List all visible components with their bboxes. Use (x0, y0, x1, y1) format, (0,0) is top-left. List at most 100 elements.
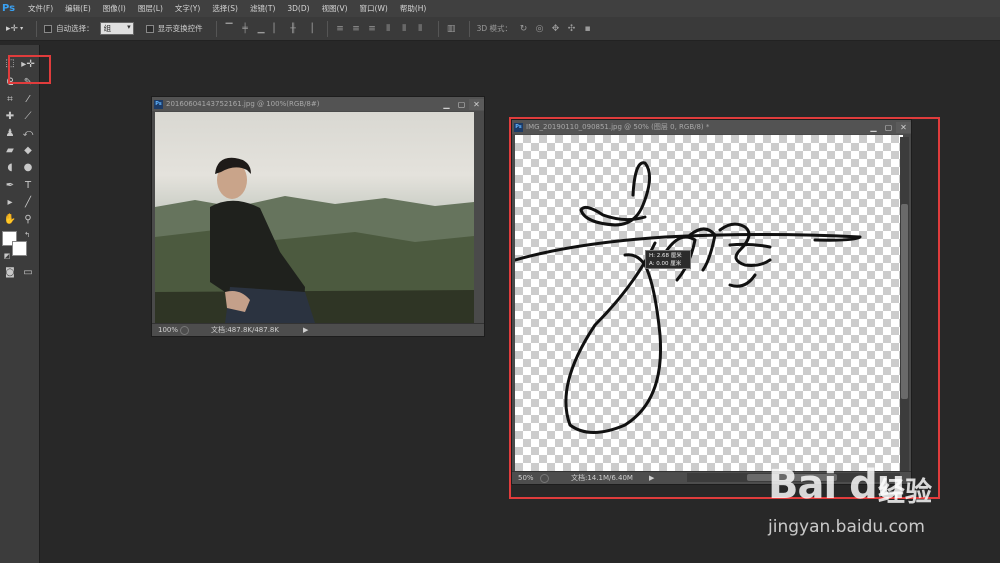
ps-logo: Ps (2, 3, 16, 14)
tools-panel: ⬚ ▸✛ ᘓ ✎ ⌗ ⁄ ✚ ⟋ ♟ ⤺ ▰ ◆ ◖ ● ✒ T ▸ ╱ ✋ ⚲… (0, 45, 40, 563)
eyedropper-tool-icon[interactable]: ⁄ (21, 92, 35, 106)
auto-select-option[interactable]: 自动选择： (44, 23, 94, 34)
swap-colors-icon[interactable]: ↰ (20, 228, 34, 242)
minimize-button[interactable]: ▁ (439, 99, 454, 110)
align-right-icon[interactable]: ▕ (304, 23, 315, 34)
minimize-button[interactable]: ▁ (866, 122, 881, 133)
hand-tool-icon[interactable]: ✋ (3, 212, 17, 226)
tooltip-angle: A: 0.00 厘米 (649, 261, 682, 267)
signature-zoom-level[interactable]: 50% (512, 474, 540, 482)
pen-tool-icon[interactable]: ✒ (3, 178, 17, 192)
photo-doc-info: 文档:487.8K/487.8K (211, 326, 279, 334)
menu-bar: Ps 文件(F) 编辑(E) 图像(I) 图层(L) 文字(Y) 选择(S) 滤… (0, 0, 1000, 17)
menu-file[interactable]: 文件(F) (22, 3, 59, 14)
roll-3d-icon[interactable]: ◎ (534, 23, 545, 34)
menu-window[interactable]: 窗口(W) (354, 3, 394, 14)
line-tool-icon[interactable]: ╱ (21, 195, 35, 209)
status-menu-arrow-icon[interactable]: ▶ (649, 474, 654, 482)
align-top-icon[interactable]: ▔ (224, 23, 235, 34)
dodge-tool-icon[interactable]: ● (21, 160, 35, 174)
maximize-button[interactable]: ▢ (454, 99, 469, 110)
signature-window-titlebar[interactable]: Ps IMG_20190110_090851.jpg @ 50% (图层 0, … (512, 120, 911, 134)
signature-strokes (515, 161, 862, 434)
drag-3d-icon[interactable]: ✥ (550, 23, 561, 34)
align-hcenter-icon[interactable]: ╫ (288, 23, 299, 34)
auto-align-icon[interactable]: ▥ (446, 23, 457, 34)
signature-doc-info: 文档:14.1M/6.40M (571, 474, 633, 482)
path-select-tool-icon[interactable]: ▸ (3, 195, 17, 209)
blur-tool-icon[interactable]: ◖ (3, 160, 17, 174)
stamp-tool-icon[interactable]: ♟ (3, 126, 17, 140)
auto-select-label: 自动选择： (56, 24, 94, 33)
move-tool-highlight (8, 55, 51, 84)
tool-preset-picker[interactable]: ▸✛ ▾ (6, 24, 23, 34)
brush-tool-icon[interactable]: ⟋ (21, 109, 35, 123)
menu-edit[interactable]: 编辑(E) (59, 3, 97, 14)
transform-tooltip: H: 2.68 厘米 A: 0.00 厘米 (645, 250, 691, 269)
auto-select-dropdown[interactable]: 组 (99, 22, 134, 35)
ps-document-icon: Ps (154, 99, 163, 109)
watermark-brand: 经验 (878, 477, 932, 508)
ps-document-icon: Ps (514, 122, 523, 132)
vertical-scroll-thumb[interactable] (901, 204, 908, 399)
background-color-swatch[interactable] (12, 241, 27, 256)
photo-document-window[interactable]: Ps 20160604143752161.jpg @ 100%(RGB/8#) … (151, 96, 485, 337)
options-bar: ▸✛▾ 自动选择： 组 显示变换控件 ▔ ╪ ▁ ▏ ╫ ▕ ≡ ≡ ≡ ⦀ ⦀… (0, 17, 1000, 41)
watermark-url: jingyan.baidu.com (768, 517, 925, 537)
zoom-tool-icon[interactable]: ⚲ (21, 212, 35, 226)
signature-window-title: IMG_20190110_090851.jpg @ 50% (图层 0, RGB… (526, 123, 710, 131)
quick-mask-icon[interactable]: ◙ (3, 265, 17, 279)
mode-3d-label: 3D 模式： (476, 24, 513, 33)
history-brush-tool-icon[interactable]: ⤺ (21, 126, 35, 140)
transparent-canvas[interactable]: H: 2.68 厘米 A: 0.00 厘米 (515, 135, 903, 472)
menu-select[interactable]: 选择(S) (206, 3, 244, 14)
crop-tool-icon[interactable]: ⌗ (3, 92, 17, 106)
show-transform-option[interactable]: 显示变换控件 (145, 23, 203, 34)
show-transform-checkbox[interactable] (145, 24, 154, 33)
status-menu-arrow-icon[interactable]: ▶ (303, 326, 308, 334)
chevron-down-icon: ▾ (20, 25, 24, 32)
distribute-top-icon[interactable]: ≡ (335, 23, 346, 34)
menu-type[interactable]: 文字(Y) (169, 3, 206, 14)
show-transform-label: 显示变换控件 (157, 24, 203, 33)
vertical-scrollbar[interactable] (900, 137, 909, 472)
eraser-tool-icon[interactable]: ▰ (3, 143, 17, 157)
healing-tool-icon[interactable]: ✚ (3, 109, 17, 123)
default-colors-icon[interactable]: ◩ (0, 249, 14, 263)
distribute-vcenter-icon[interactable]: ≡ (351, 23, 362, 34)
type-tool-icon[interactable]: T (21, 178, 35, 192)
menu-3d[interactable]: 3D(D) (281, 4, 315, 13)
menu-layer[interactable]: 图层(L) (132, 3, 169, 14)
status-info-icon[interactable] (180, 325, 189, 335)
distribute-bottom-icon[interactable]: ≡ (367, 23, 378, 34)
photo-zoom-level[interactable]: 100% (152, 326, 180, 334)
align-bottom-icon[interactable]: ▁ (256, 23, 267, 34)
paint-bucket-tool-icon[interactable]: ◆ (21, 143, 35, 157)
signature-document-window[interactable]: Ps IMG_20190110_090851.jpg @ 50% (图层 0, … (511, 119, 912, 485)
distribute-left-icon[interactable]: ⦀ (383, 23, 394, 34)
scale-3d-icon[interactable]: ▪ (582, 23, 593, 34)
distribute-hcenter-icon[interactable]: ⦀ (399, 23, 410, 34)
align-left-icon[interactable]: ▏ (272, 23, 283, 34)
rotate-3d-icon[interactable]: ↻ (518, 23, 529, 34)
photo-window-titlebar[interactable]: Ps 20160604143752161.jpg @ 100%(RGB/8#) … (152, 97, 484, 111)
menu-view[interactable]: 视图(V) (316, 3, 354, 14)
move-tool-icon: ▸✛ (6, 23, 19, 34)
menu-help[interactable]: 帮助(H) (394, 3, 433, 14)
status-info-icon[interactable] (540, 473, 549, 483)
tooltip-height: H: 2.68 厘米 (649, 253, 682, 259)
auto-select-checkbox[interactable] (44, 24, 53, 33)
screen-mode-icon[interactable]: ▭ (21, 265, 35, 279)
slide-3d-icon[interactable]: ✣ (566, 23, 577, 34)
menu-filter[interactable]: 滤镜(T) (244, 3, 281, 14)
photo-window-title: 20160604143752161.jpg @ 100%(RGB/8#) (166, 100, 320, 108)
portrait-photo (155, 112, 474, 323)
menu-image[interactable]: 图像(I) (97, 3, 132, 14)
close-button[interactable]: ✕ (896, 121, 911, 133)
baidu-jingyan-watermark: Bai du 经验 jingyan.baidu.com (760, 460, 990, 550)
photo-status-bar: 100% 文档:487.8K/487.8K ▶ (152, 323, 484, 336)
close-button[interactable]: ✕ (469, 98, 484, 110)
maximize-button[interactable]: ▢ (881, 122, 896, 133)
distribute-right-icon[interactable]: ⦀ (415, 23, 426, 34)
align-vcenter-icon[interactable]: ╪ (240, 23, 251, 34)
